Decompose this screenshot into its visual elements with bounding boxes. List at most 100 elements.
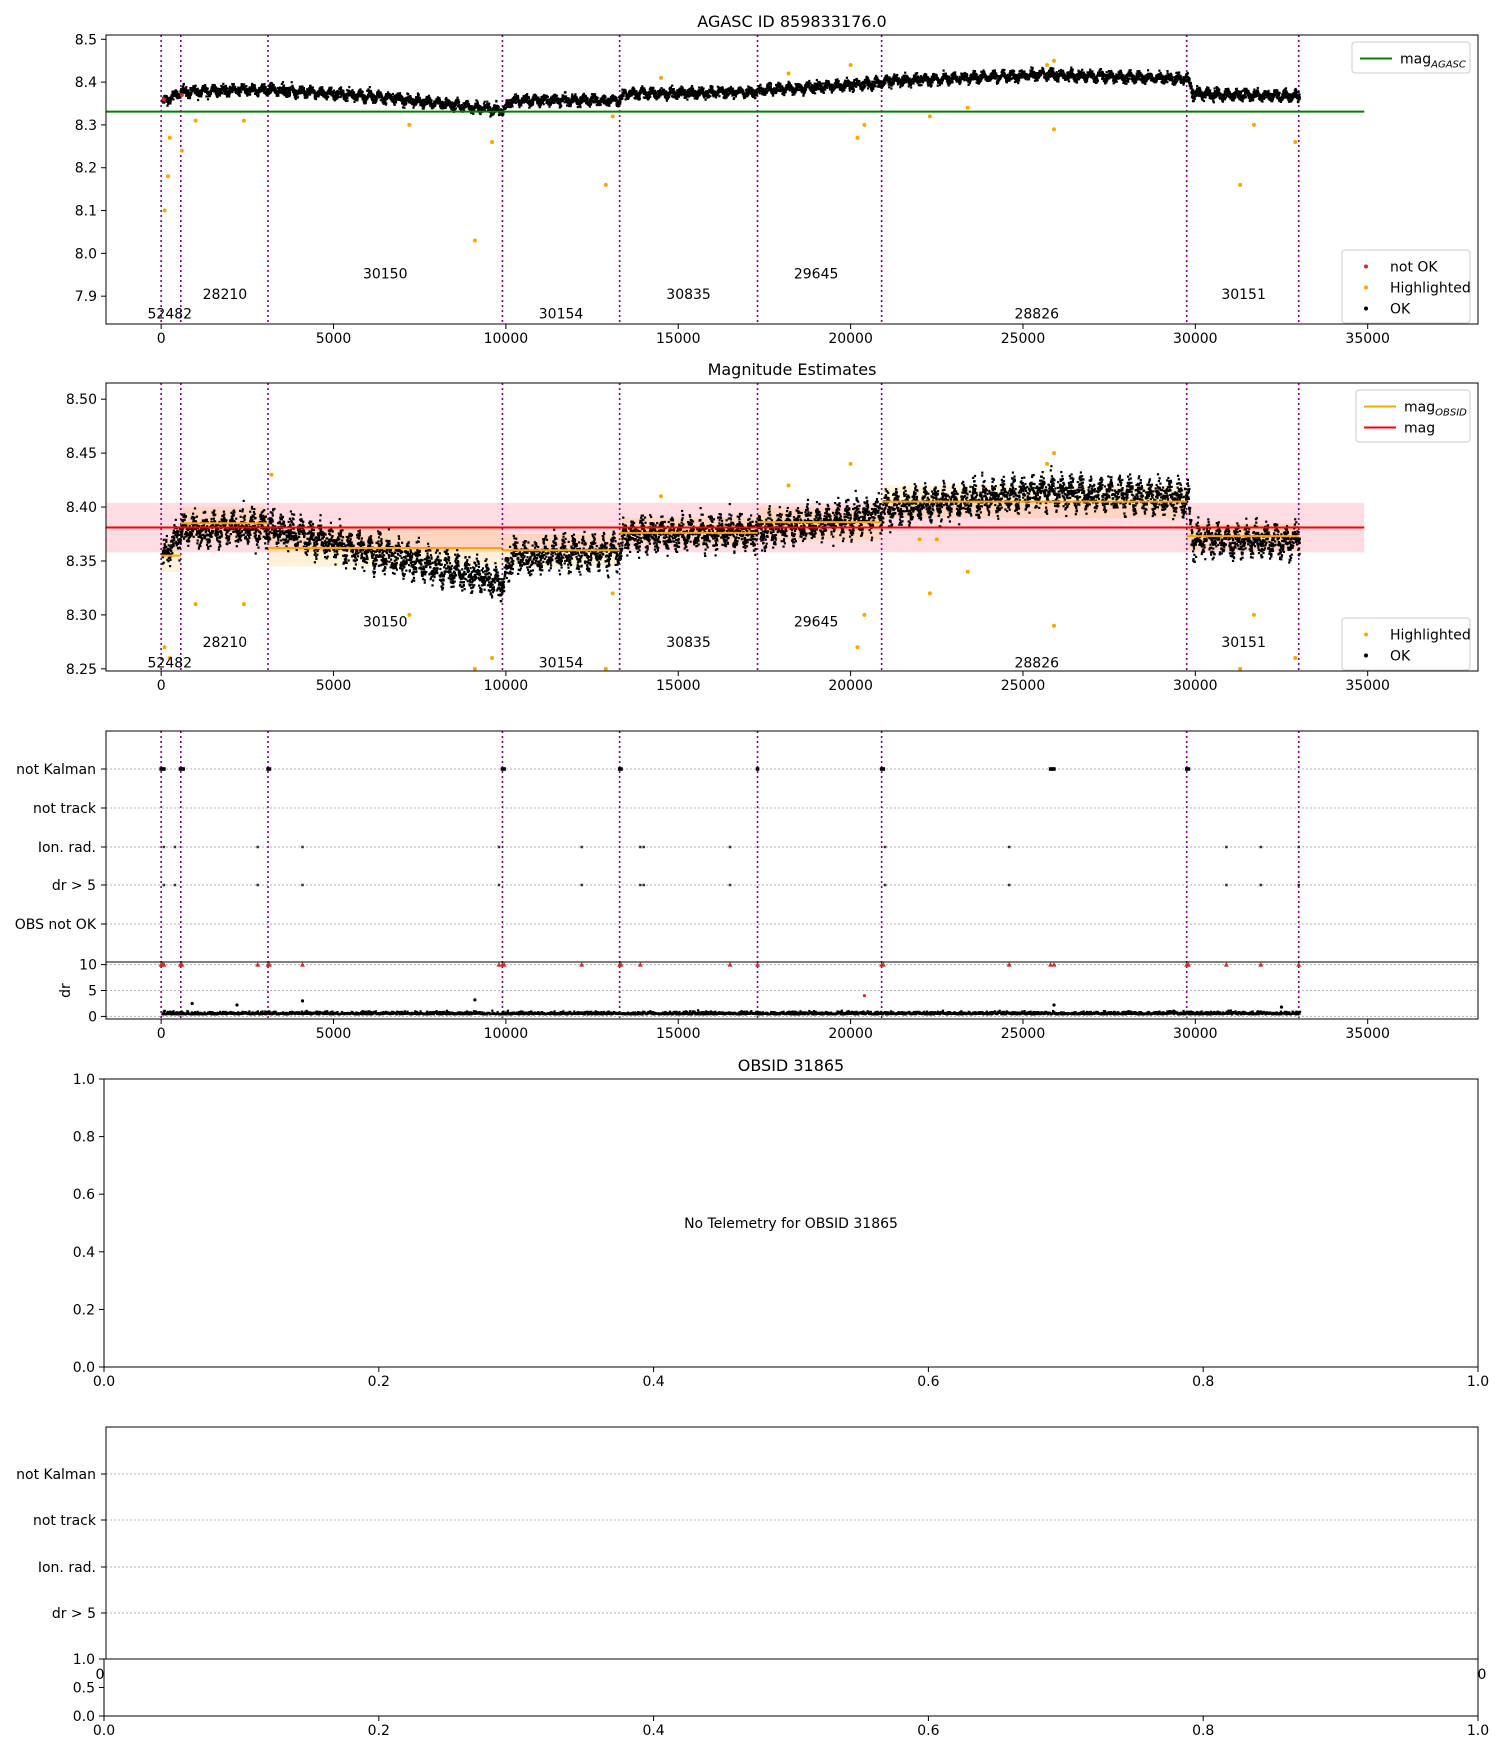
ok-point <box>718 95 720 97</box>
ok-point <box>838 80 840 82</box>
ok-point <box>754 97 756 99</box>
ok-point <box>616 99 618 101</box>
ok-point <box>283 84 285 86</box>
ok-point <box>846 77 848 79</box>
ok-point <box>623 95 625 97</box>
ok-point <box>498 106 500 108</box>
ok-point <box>333 90 335 92</box>
ok-point <box>843 89 845 91</box>
ok-point <box>286 95 288 97</box>
ok-point <box>619 100 621 102</box>
ok-point <box>732 88 734 90</box>
ok-point <box>673 88 675 90</box>
ok-point <box>282 81 284 83</box>
ok-point <box>376 98 378 100</box>
ok-point <box>240 91 242 93</box>
ok-point <box>457 99 459 101</box>
ok-point <box>678 96 680 98</box>
ok-point <box>297 96 299 98</box>
ok-point <box>265 86 267 88</box>
ok-point <box>759 92 761 94</box>
ok-point <box>823 83 825 85</box>
ok-point <box>547 96 549 98</box>
ok-point <box>315 98 317 100</box>
ok-point <box>564 101 566 103</box>
ok-point <box>423 106 425 108</box>
ok-point <box>779 83 781 85</box>
ok-point <box>407 93 409 95</box>
ok-point <box>340 96 342 98</box>
ok-point <box>686 99 688 101</box>
ok-point <box>195 85 197 87</box>
ok-point <box>649 96 651 98</box>
ok-point <box>823 92 825 94</box>
ok-point <box>381 95 383 97</box>
ok-point <box>309 93 311 95</box>
ok-point <box>815 89 817 91</box>
ok-point <box>342 90 344 92</box>
ok-point <box>257 94 259 96</box>
ok-point <box>249 94 251 96</box>
ok-point <box>429 97 431 99</box>
ok-point <box>560 105 562 107</box>
ok-point <box>904 72 906 74</box>
ok-point <box>853 90 855 92</box>
ok-point <box>274 86 276 88</box>
ok-point <box>277 95 279 97</box>
ok-point <box>228 95 230 97</box>
ok-point <box>351 89 353 91</box>
ok-point <box>369 86 371 88</box>
ok-point <box>604 96 606 98</box>
ok-point <box>385 102 387 104</box>
ok-point <box>643 87 645 89</box>
ok-point <box>526 93 528 95</box>
ok-point <box>682 87 684 89</box>
ok-point <box>455 107 457 109</box>
ok-point <box>403 107 405 109</box>
ok-point <box>571 93 573 95</box>
ok-point <box>197 99 199 101</box>
ok-point <box>511 103 513 105</box>
chart-title: AGASC ID 859833176.0 <box>697 12 886 31</box>
ok-point <box>163 101 165 103</box>
ok-point <box>384 100 386 102</box>
ok-point <box>556 95 558 97</box>
ok-point <box>321 88 323 90</box>
ok-point <box>204 84 206 86</box>
ok-point <box>559 103 561 105</box>
ok-point <box>702 87 704 89</box>
ok-point <box>709 95 711 97</box>
ok-point <box>495 100 497 102</box>
ok-point <box>330 87 332 89</box>
ok-point <box>233 83 235 85</box>
ok-point <box>471 105 473 107</box>
ok-point <box>227 88 229 90</box>
ok-point <box>641 85 643 87</box>
ok-point <box>486 101 488 103</box>
ok-point <box>190 93 192 95</box>
ok-point <box>903 82 905 84</box>
ok-point <box>234 86 236 88</box>
ok-point <box>380 92 382 94</box>
ok-point <box>515 93 517 95</box>
ok-point <box>305 90 307 92</box>
ok-point <box>548 106 550 108</box>
ok-point <box>399 92 401 94</box>
ok-point <box>826 87 828 89</box>
ok-point <box>532 103 534 105</box>
ok-point <box>899 86 901 88</box>
ok-point <box>597 97 599 99</box>
ok-point <box>872 88 874 90</box>
ok-point <box>625 90 627 92</box>
ok-point <box>652 87 654 89</box>
ok-point <box>814 92 816 94</box>
ok-point <box>312 86 314 88</box>
ok-point <box>600 104 602 106</box>
ok-point <box>590 103 592 105</box>
ok-point <box>913 82 915 84</box>
ok-point <box>565 95 567 97</box>
ok-point <box>340 86 342 88</box>
ok-point <box>566 104 568 106</box>
ok-point <box>476 100 478 102</box>
ok-point <box>890 87 892 89</box>
